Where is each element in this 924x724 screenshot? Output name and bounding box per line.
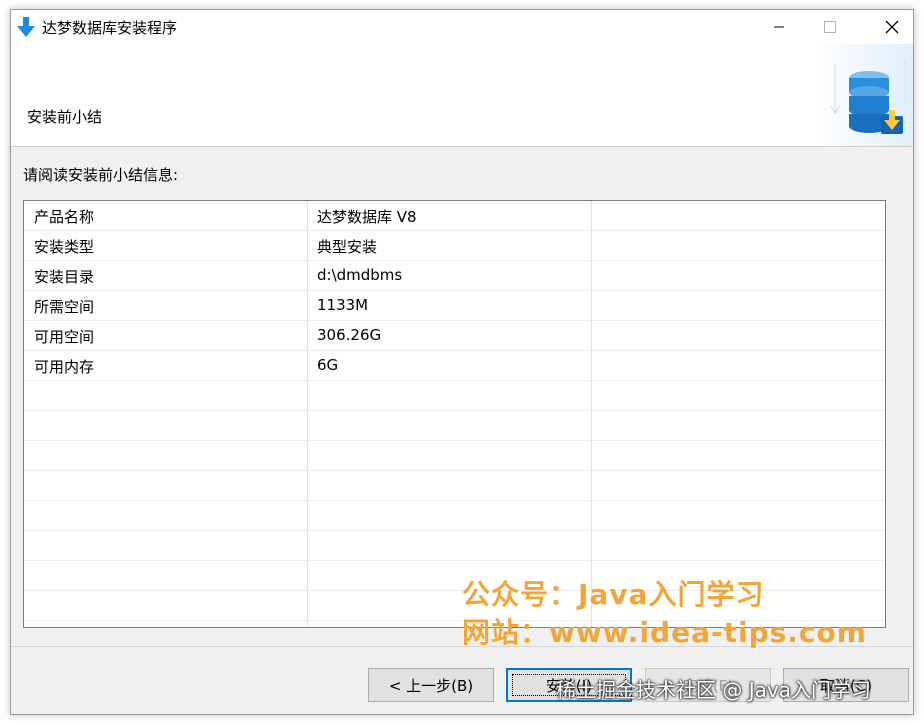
row-key: 可用空间	[34, 328, 95, 346]
row-key: 安装目录	[34, 268, 95, 286]
window-title: 达梦数据库安装程序	[42, 19, 178, 37]
table-row: 安装目录 d:\dmdbms	[24, 261, 885, 291]
title-bar: 达梦数据库安装程序	[11, 10, 913, 44]
watermark-wechat: 公众号：Java入门学习	[462, 578, 765, 611]
maximize-icon	[824, 21, 836, 33]
minimize-button[interactable]	[756, 10, 802, 44]
watermark-website: 网站：www.idea-tips.com	[462, 616, 867, 649]
row-value: 1133M	[317, 296, 369, 314]
empty-row	[24, 381, 885, 411]
minimize-icon	[774, 26, 784, 28]
summary-table: 产品名称 达梦数据库 V8 安装类型 典型安装 安装目录 d:\dmdbms 所…	[23, 200, 886, 628]
empty-row	[24, 441, 885, 471]
table-row: 产品名称 达梦数据库 V8	[24, 201, 885, 231]
row-key: 可用内存	[34, 358, 95, 376]
row-value: d:\dmdbms	[317, 266, 403, 284]
empty-row	[24, 471, 885, 501]
table-row: 安装类型 典型安装	[24, 231, 885, 261]
header-band: 安装前小结	[11, 44, 913, 147]
table-row: 可用空间 306.26G	[24, 321, 885, 351]
empty-row	[24, 501, 885, 531]
back-button[interactable]: < 上一步(B)	[368, 668, 494, 702]
read-summary-label: 请阅读安装前小结信息:	[23, 166, 179, 184]
close-button[interactable]	[869, 10, 913, 44]
row-value: 达梦数据库 V8	[317, 208, 417, 226]
close-icon	[885, 20, 899, 34]
row-key: 产品名称	[34, 208, 95, 226]
row-value: 典型安装	[317, 238, 378, 256]
row-value: 306.26G	[317, 326, 382, 344]
table-row: 所需空间 1133M	[24, 291, 885, 321]
row-value: 6G	[317, 356, 339, 374]
empty-row	[24, 531, 885, 561]
table-row: 可用内存 6G	[24, 351, 885, 381]
row-key: 所需空间	[34, 298, 95, 316]
database-install-icon	[813, 44, 913, 146]
page-title: 安装前小结	[27, 108, 103, 126]
download-arrow-icon	[16, 16, 36, 38]
maximize-button	[807, 10, 853, 44]
watermark-community: 稀土掘金技术社区 @ Java入门学习	[556, 678, 871, 702]
row-key: 安装类型	[34, 238, 95, 256]
empty-row	[24, 411, 885, 441]
